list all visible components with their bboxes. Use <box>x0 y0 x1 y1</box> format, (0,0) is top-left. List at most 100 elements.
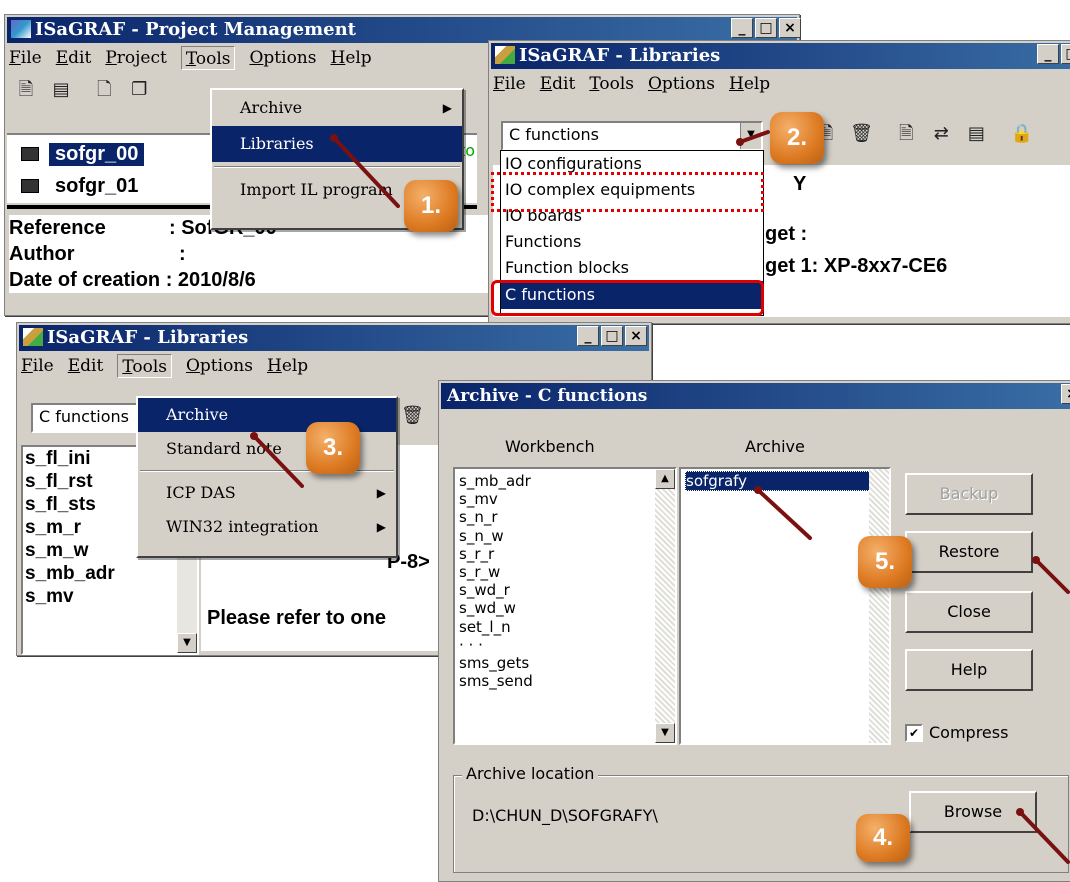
list-item[interactable]: s_r_w <box>459 563 675 581</box>
project-row-selected[interactable]: sofgr_00 <box>21 141 145 167</box>
restore-button[interactable]: Restore <box>905 531 1033 573</box>
lib-menu-options[interactable]: Options <box>186 354 253 378</box>
transfer-icon[interactable]: ⇄ <box>930 123 952 145</box>
scroll-down-icon[interactable]: ▼ <box>655 723 675 743</box>
list-item[interactable]: sms_gets <box>459 654 675 672</box>
project-row[interactable]: sofgr_01 <box>21 173 144 199</box>
project-icon <box>21 147 39 161</box>
submenu-arrow-icon: ▶ <box>376 520 386 534</box>
close-icon[interactable]: × <box>779 18 801 38</box>
list-item[interactable]: s_mv <box>459 490 675 508</box>
lib-menu-tools[interactable]: Tools <box>117 354 172 378</box>
grid-icon[interactable]: ▤ <box>965 123 987 145</box>
submenu-arrow-icon: ▶ <box>442 101 452 115</box>
backup-button-label: Backup <box>939 484 999 503</box>
list-item[interactable]: · · · <box>459 636 675 654</box>
lib-menu-help[interactable]: Help <box>267 354 308 378</box>
project-name: sofgr_00 <box>49 142 145 166</box>
grid-icon[interactable]: ▤ <box>50 79 72 101</box>
scroll-up-icon[interactable]: ▲ <box>655 469 675 489</box>
archive-scrollbar[interactable] <box>869 469 889 743</box>
maximize-icon[interactable]: □ <box>1061 44 1070 64</box>
list-item[interactable]: s_wd_r <box>459 581 675 599</box>
author-label: Author <box>9 243 75 265</box>
archive-location-label: Archive location <box>462 764 599 783</box>
pm-menu-options[interactable]: Options <box>249 46 316 70</box>
archive-list-item-selected[interactable]: sofgrafy <box>685 471 889 492</box>
browse-button[interactable]: Browse <box>909 791 1037 833</box>
library-type-combo[interactable]: C functions ▼ <box>501 121 763 151</box>
copy-icon[interactable]: ❐ <box>128 79 150 101</box>
compress-label: Compress <box>929 723 1009 742</box>
menu-item-label: ICP DAS <box>166 483 236 502</box>
lock-icon[interactable]: 🔒 <box>1010 123 1032 145</box>
scroll-down-icon[interactable]: ▼ <box>177 633 197 653</box>
maximize-icon[interactable]: □ <box>755 18 777 38</box>
dropdown-item[interactable]: Function blocks <box>501 255 763 281</box>
minimize-icon[interactable]: _ <box>731 18 753 38</box>
list-item[interactable]: set_l_n <box>459 618 675 636</box>
list-item[interactable]: s_wd_w <box>459 599 675 617</box>
list-item[interactable]: s_mv <box>25 585 197 608</box>
new-page-icon[interactable]: 🗋 <box>93 79 115 101</box>
pm-menu-tools[interactable]: Tools <box>180 46 236 70</box>
help-button[interactable]: Help <box>905 649 1033 691</box>
archive-dialog: Archive - C functions × Workbench Archiv… <box>438 380 1070 882</box>
menu-item-archive[interactable]: Archive ▶ <box>212 90 462 126</box>
workbench-scrollbar[interactable]: ▲ ▼ <box>655 469 675 743</box>
trash-icon[interactable]: 🗑 <box>401 405 424 427</box>
document-icon[interactable]: 🗎 <box>15 79 37 101</box>
pm-menu-project[interactable]: Project <box>105 46 167 70</box>
project-name: sofgr_01 <box>55 174 139 197</box>
step-badge-2: 2. <box>770 112 824 164</box>
minimize-icon[interactable]: _ <box>577 326 599 346</box>
step-badge-4: 4. <box>856 814 910 862</box>
lib-top-title-bar[interactable]: ISaGRAF - Libraries <box>491 43 1070 69</box>
list-item[interactable]: s_n_r <box>459 508 675 526</box>
archive-title: Archive - C functions <box>447 386 648 406</box>
list-item[interactable]: s_n_w <box>459 527 675 545</box>
page-icon[interactable]: 🗎 <box>895 123 917 145</box>
maximize-icon[interactable]: □ <box>601 326 623 346</box>
pm-menu-help[interactable]: Help <box>330 46 371 70</box>
pm-window-controls: _ □ × <box>731 18 801 38</box>
lib-menu-file[interactable]: File <box>21 354 54 378</box>
list-item[interactable]: sms_send <box>459 672 675 690</box>
chevron-down-icon[interactable]: ▼ <box>740 123 761 149</box>
menu-item-win32[interactable]: WIN32 integration ▶ <box>138 510 396 544</box>
archive-window-controls: × <box>1061 384 1070 404</box>
list-item[interactable]: s_mb_adr <box>459 472 675 490</box>
lib-menu-edit[interactable]: Edit <box>540 72 576 96</box>
close-button[interactable]: Close <box>905 591 1033 633</box>
compress-checkbox[interactable]: ✔ <box>905 723 923 742</box>
pm-menu-edit[interactable]: Edit <box>56 46 92 70</box>
libraries-app-icon <box>495 46 515 64</box>
date-of-creation: Date of creation : 2010/8/6 <box>9 269 256 291</box>
list-item[interactable]: s_r_r <box>459 545 675 563</box>
lib-bottom-menubar: File Edit Tools Options Help <box>21 354 322 378</box>
target-label: get : <box>765 223 808 245</box>
dropdown-item[interactable]: Functions <box>501 229 763 255</box>
menu-item-libraries[interactable]: Libraries <box>212 126 462 162</box>
compress-checkbox-row[interactable]: ✔ Compress <box>905 723 1008 742</box>
lib-menu-options[interactable]: Options <box>648 72 715 96</box>
library-type-combo[interactable]: C functions <box>31 403 143 433</box>
lib-bottom-title-bar[interactable]: ISaGRAF - Libraries <box>19 325 649 351</box>
lib-menu-help[interactable]: Help <box>729 72 770 96</box>
close-icon[interactable]: × <box>1061 384 1070 404</box>
highlight-solid-box <box>491 280 764 316</box>
combo-value: C functions <box>509 125 599 144</box>
lib-menu-edit[interactable]: Edit <box>68 354 104 378</box>
minimize-icon[interactable]: _ <box>1037 44 1059 64</box>
lib-menu-file[interactable]: File <box>493 72 526 96</box>
submenu-arrow-icon: ▶ <box>376 486 386 500</box>
archive-title-bar[interactable]: Archive - C functions <box>441 383 1070 409</box>
menu-item-icp-das[interactable]: ICP DAS ▶ <box>138 476 396 510</box>
trash-icon[interactable]: 🗑 <box>850 123 873 145</box>
close-icon[interactable]: × <box>625 326 647 346</box>
help-button-label: Help <box>950 660 988 679</box>
list-item[interactable]: s_mb_adr <box>25 562 197 585</box>
lib-menu-tools[interactable]: Tools <box>589 72 634 96</box>
backup-button[interactable]: Backup <box>905 473 1033 515</box>
pm-menu-file[interactable]: File <box>9 46 42 70</box>
